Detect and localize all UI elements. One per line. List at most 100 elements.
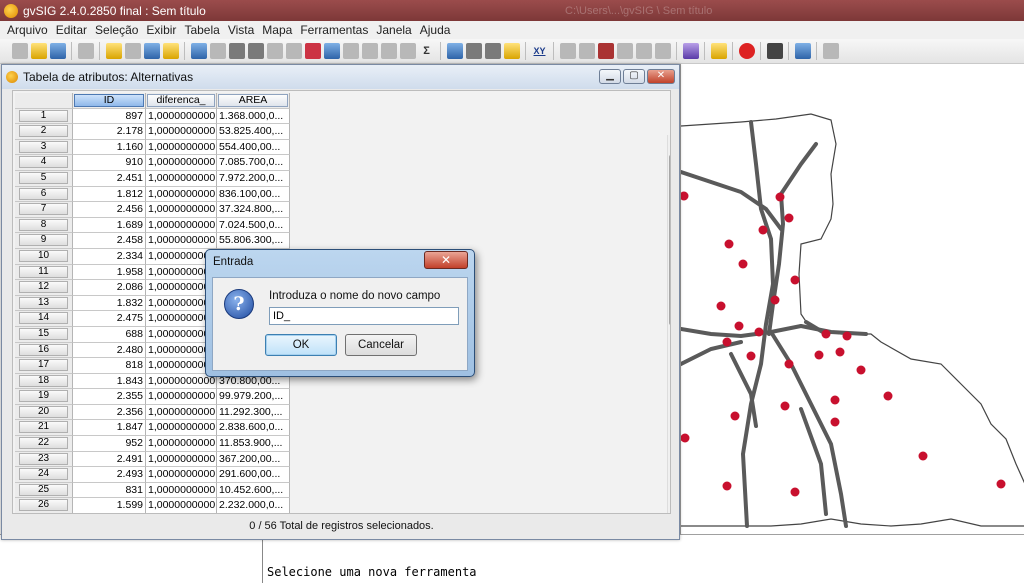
print-layout-icon[interactable] [190,43,207,59]
cell-diferenca[interactable]: 1,0000000000 [146,186,217,203]
menu-editar[interactable]: Editar [52,23,91,37]
cell-id[interactable]: 897 [73,108,146,125]
cell-id[interactable]: 2.475 [73,311,146,327]
cell-area[interactable]: 2.232.000,0... [217,498,290,513]
order-desc-icon[interactable] [380,43,397,59]
cell-area[interactable]: 53.825.400,... [217,124,290,140]
table-row[interactable]: 20 2.356 1,0000000000 11.292.300,... [15,404,290,421]
cell-id[interactable]: 2.086 [73,280,146,296]
menu-selecao[interactable]: Seleção [91,23,142,37]
grid-icon[interactable] [465,43,482,59]
map-view[interactable] [679,64,1024,534]
cell-area[interactable]: 37.324.800,... [217,202,290,218]
cell-area[interactable]: 11.292.300,... [217,404,290,421]
menu-arquivo[interactable]: Arquivo [3,23,52,37]
minimize-button[interactable]: ▁ [599,69,621,84]
field-icon[interactable] [399,43,416,59]
cancel-button[interactable]: Cancelar [345,334,417,356]
cell-id[interactable]: 1.689 [73,217,146,234]
xy-icon[interactable]: XY [532,43,548,59]
menu-vista[interactable]: Vista [224,23,258,37]
grid-alt-icon[interactable] [484,43,501,59]
row-number-button[interactable]: 18 [15,373,73,390]
cell-id[interactable]: 2.493 [73,467,146,483]
cell-diferenca[interactable]: 1,0000000000 [146,202,217,218]
row-number-button[interactable]: 2 [15,124,73,140]
cell-diferenca[interactable]: 1,0000000000 [146,482,217,499]
cell-diferenca[interactable]: 1,0000000000 [146,108,217,125]
table-row[interactable]: 7 2.456 1,0000000000 37.324.800,... [15,202,290,218]
cell-id[interactable]: 2.355 [73,389,146,405]
row-number-button[interactable]: 7 [15,202,73,218]
cell-diferenca[interactable]: 1,0000000000 [146,436,217,452]
remove-column-icon[interactable] [304,43,321,59]
cell-id[interactable]: 952 [73,436,146,452]
table-row[interactable]: 22 952 1,0000000000 11.853.900,... [15,436,290,452]
cell-id[interactable]: 688 [73,326,146,343]
menu-tabela[interactable]: Tabela [180,23,223,37]
user-icon[interactable] [794,43,811,59]
table-icon[interactable] [228,43,245,59]
cell-id[interactable]: 818 [73,358,146,374]
cell-id[interactable]: 2.458 [73,233,146,249]
cell-id[interactable]: 2.334 [73,248,146,265]
cell-area[interactable]: 11.853.900,... [217,436,290,452]
select-table-icon[interactable] [285,43,302,59]
dialog-close-button[interactable]: ✕ [424,251,468,269]
plugin-icon[interactable] [710,43,727,59]
layer-edit-icon[interactable] [446,43,463,59]
join-icon[interactable] [323,43,340,59]
pan-icon[interactable] [124,43,141,59]
column-header-diferenca[interactable]: diferenca_ [146,93,217,109]
cell-id[interactable]: 1.599 [73,498,146,513]
link-icon[interactable] [342,43,359,59]
cell-diferenca[interactable]: 1,0000000000 [146,389,217,405]
save-icon[interactable] [49,43,66,59]
menu-ajuda[interactable]: Ajuda [416,23,455,37]
table-row[interactable]: 9 2.458 1,0000000000 55.806.300,... [15,233,290,249]
add-column-icon[interactable] [266,43,283,59]
layer-icon[interactable] [682,43,699,59]
row-number-button[interactable]: 13 [15,295,73,312]
cell-id[interactable]: 2.491 [73,451,146,468]
column-header-area[interactable]: AREA [217,93,290,109]
new-doc-icon[interactable] [11,43,28,59]
cell-area[interactable]: 7.024.500,0... [217,217,290,234]
row-number-button[interactable]: 8 [15,217,73,234]
row-number-button[interactable]: 23 [15,451,73,468]
table-row[interactable]: 3 1.160 1,0000000000 554.400,00... [15,139,290,156]
cell-id[interactable]: 1.843 [73,373,146,390]
table-row[interactable]: 4 910 1,0000000000 7.085.700,0... [15,155,290,171]
table-row[interactable]: 19 2.355 1,0000000000 99.979.200,... [15,389,290,405]
row-number-button[interactable]: 4 [15,155,73,171]
table-red-icon[interactable] [597,43,614,59]
cell-id[interactable]: 2.480 [73,342,146,359]
row-number-button[interactable]: 11 [15,264,73,281]
menu-mapa[interactable]: Mapa [258,23,296,37]
table-window-titlebar[interactable]: Tabela de atributos: Alternativas [2,65,679,89]
row-number-button[interactable]: 16 [15,342,73,359]
cell-diferenca[interactable]: 1,0000000000 [146,498,217,513]
row-number-button[interactable]: 25 [15,482,73,499]
table-row[interactable]: 6 1.812 1,0000000000 836.100,00... [15,186,290,203]
menu-exibir[interactable]: Exibir [142,23,180,37]
highlight-icon[interactable] [503,43,520,59]
row-number-button[interactable]: 26 [15,498,73,513]
cell-id[interactable]: 2.451 [73,170,146,187]
cell-id[interactable]: 1.812 [73,186,146,203]
row-number-button[interactable]: 9 [15,233,73,249]
cell-area[interactable]: 554.400,00... [217,139,290,156]
cell-area[interactable]: 2.838.600,0... [217,420,290,437]
table-row[interactable]: 1 897 1,0000000000 1.368.000,0... [15,108,290,125]
row-number-button[interactable]: 10 [15,248,73,265]
cell-id[interactable]: 1.832 [73,295,146,312]
table-row[interactable]: 24 2.493 1,0000000000 291.600,00... [15,467,290,483]
cell-area[interactable]: 291.600,00... [217,467,290,483]
cell-area[interactable]: 7.972.200,0... [217,170,290,187]
cell-diferenca[interactable]: 1,0000000000 [146,155,217,171]
tools-icon[interactable] [766,43,783,59]
table-row[interactable]: 2 2.178 1,0000000000 53.825.400,... [15,124,290,140]
cell-area[interactable]: 7.085.700,0... [217,155,290,171]
cell-id[interactable]: 910 [73,155,146,171]
redo-icon[interactable] [578,43,595,59]
